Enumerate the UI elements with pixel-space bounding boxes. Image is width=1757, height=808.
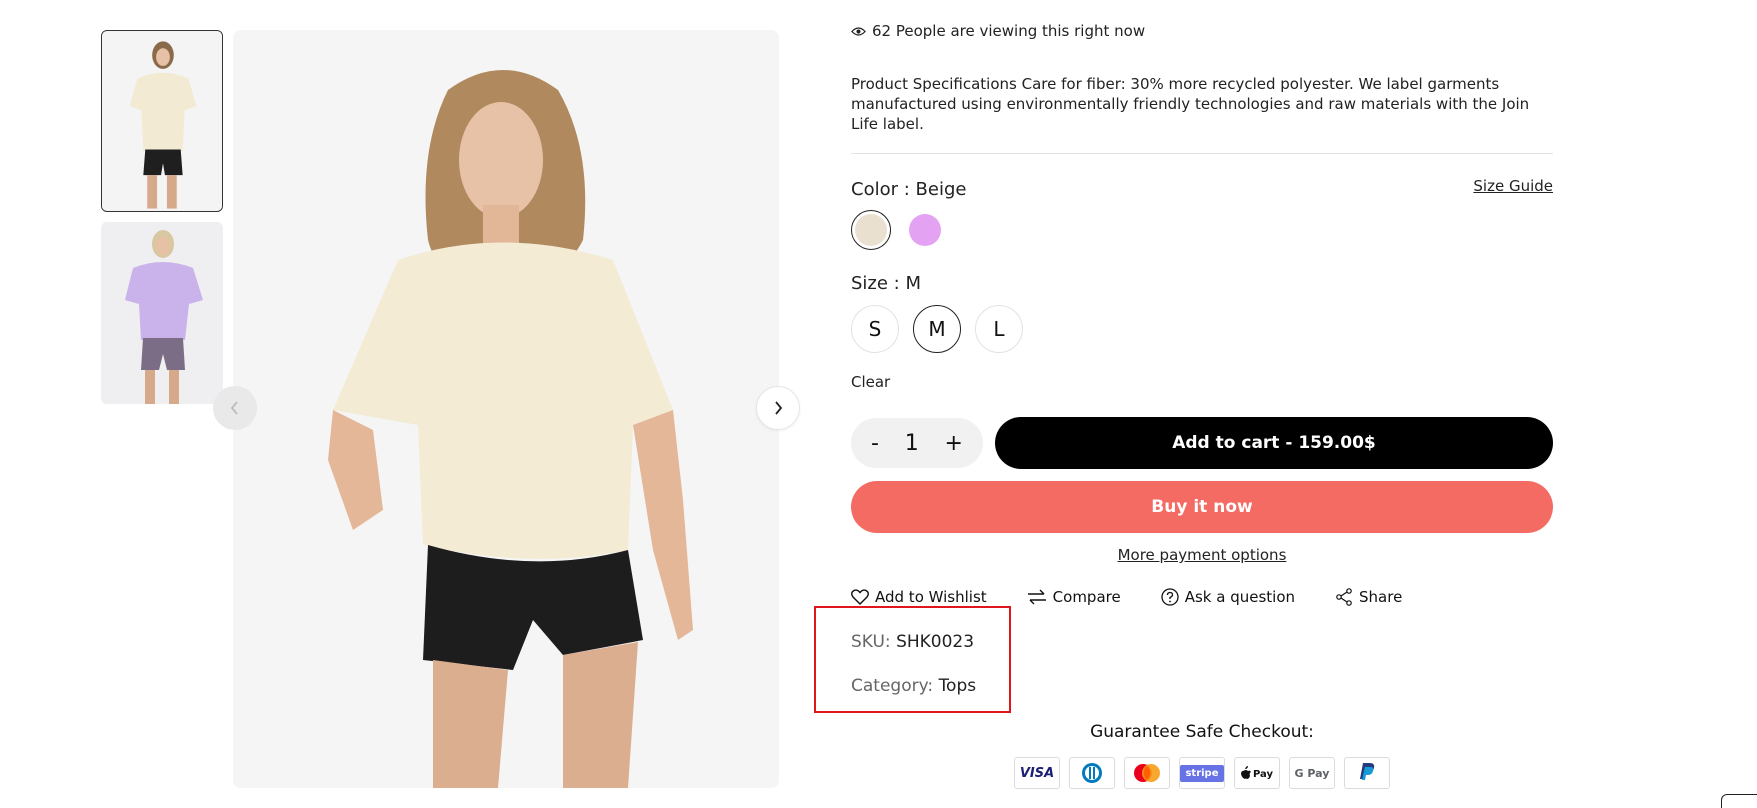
payment-icons: VISA stripe Pay G Pay (1014, 757, 1390, 789)
viewing-now: 62 People are viewing this right now (851, 22, 1145, 40)
share-label: Share (1359, 588, 1403, 606)
clear-selection-link[interactable]: Clear (851, 373, 890, 391)
sku-label: SKU: (851, 632, 891, 652)
eye-icon (851, 26, 866, 36)
size-option-l[interactable]: L (975, 305, 1023, 353)
size-label: Size : M (851, 273, 921, 294)
diners-icon (1069, 757, 1115, 789)
guarantee-heading: Guarantee Safe Checkout: (1090, 722, 1314, 742)
gallery-prev-button[interactable] (213, 386, 257, 430)
ask-label: Ask a question (1184, 588, 1296, 606)
chevron-left-icon (230, 401, 238, 415)
divider (851, 153, 1553, 154)
gallery-next-button[interactable] (756, 386, 800, 430)
product-description: Product Specifications Care for fiber: 3… (851, 75, 1530, 133)
highlight-box (814, 606, 1011, 713)
quantity-decrease-button[interactable]: - (871, 431, 879, 456)
compare-label: Compare (1052, 588, 1121, 606)
color-swatch-beige[interactable] (851, 210, 891, 250)
apple-pay-icon: Pay (1234, 757, 1280, 789)
size-option-s[interactable]: S (851, 305, 899, 353)
paypal-logo (1360, 763, 1375, 780)
product-actions: Add to Wishlist Compare Ask a question S… (851, 588, 1442, 606)
add-to-wishlist-button[interactable]: Add to Wishlist (851, 588, 987, 606)
viewing-text: 62 People are viewing this right now (872, 22, 1146, 40)
swatch-beige-fill (855, 214, 887, 246)
more-payment-options: More payment options (851, 546, 1553, 564)
thumbnail-list (101, 30, 223, 414)
apple-pay-logo: Pay (1241, 766, 1274, 780)
share-button[interactable]: Share (1335, 588, 1402, 606)
heart-icon (851, 589, 869, 605)
size-option-m[interactable]: M (913, 305, 961, 353)
svg-text:Pay: Pay (1253, 769, 1274, 780)
quantity-stepper: - 1 + (851, 418, 983, 468)
product-photo (233, 30, 779, 788)
visa-text: VISA (1019, 765, 1055, 781)
chevron-right-icon (775, 401, 783, 415)
mastercard-logo (1134, 764, 1160, 782)
sku-row: SKU: SHK0023 (851, 632, 974, 652)
size-label-text: Size : (851, 273, 906, 294)
buy-it-now-button[interactable]: Buy it now (851, 481, 1553, 533)
main-product-image (233, 30, 779, 788)
thumbnail-beige-image (102, 31, 222, 211)
thumbnail-beige[interactable] (101, 30, 223, 212)
stripe-icon: stripe (1179, 757, 1225, 789)
visa-icon: VISA (1014, 757, 1060, 789)
google-pay-text: G Pay (1294, 766, 1330, 780)
compare-button[interactable]: Compare (1027, 588, 1121, 606)
mastercard-icon (1124, 757, 1170, 789)
quantity-value[interactable]: 1 (905, 431, 919, 456)
color-label: Color : Beige (851, 179, 966, 200)
wishlist-label: Add to Wishlist (875, 588, 987, 606)
color-swatch-lilac[interactable] (905, 210, 945, 250)
google-pay-icon: G Pay (1289, 757, 1335, 789)
sku-value: SHK0023 (896, 632, 975, 652)
quantity-increase-button[interactable]: + (945, 431, 963, 456)
question-icon (1161, 588, 1179, 606)
add-to-cart-button[interactable]: Add to cart - 159.00$ (995, 417, 1553, 469)
category-value[interactable]: Tops (939, 676, 977, 696)
swatch-lilac-fill (909, 214, 941, 246)
size-value: M (905, 273, 921, 294)
compare-icon (1027, 589, 1046, 605)
corner-widget-icon[interactable] (1721, 794, 1757, 808)
more-payment-options-link[interactable]: More payment options (1118, 546, 1287, 564)
diners-logo (1082, 763, 1102, 783)
share-icon (1336, 588, 1352, 606)
category-row: Category: Tops (851, 676, 976, 696)
paypal-icon (1344, 757, 1390, 789)
thumbnail-lilac[interactable] (101, 222, 223, 404)
size-guide-link[interactable]: Size Guide (1473, 177, 1553, 195)
category-label: Category: (851, 676, 934, 696)
ask-question-button[interactable]: Ask a question (1161, 588, 1295, 606)
thumbnail-lilac-image (101, 222, 223, 404)
color-label-text: Color : (851, 179, 916, 200)
color-value: Beige (915, 179, 967, 200)
stripe-text: stripe (1180, 764, 1224, 782)
